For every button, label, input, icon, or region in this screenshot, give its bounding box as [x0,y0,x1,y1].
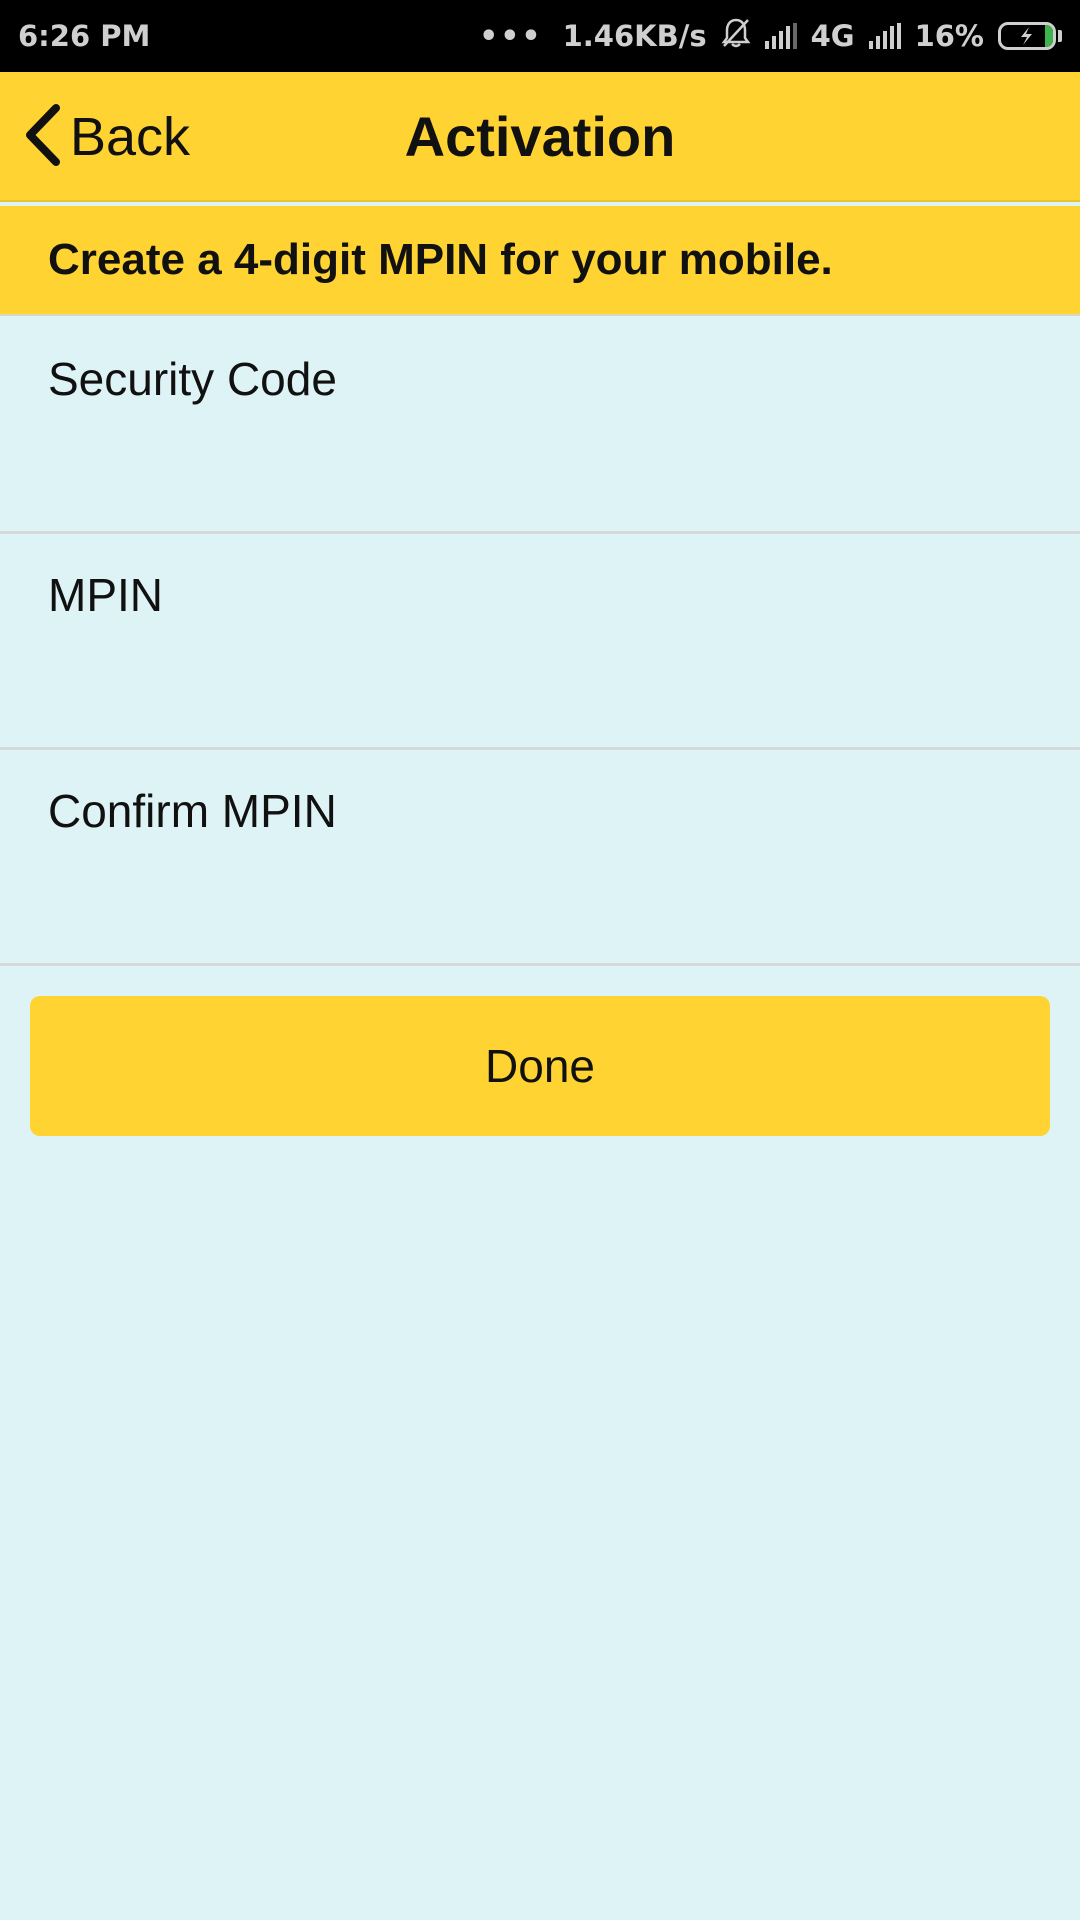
confirm-mpin-label: Confirm MPIN [48,785,337,837]
bell-muted-icon [721,17,751,56]
battery-charging-icon [998,22,1062,50]
signal-icon [868,23,901,49]
mpin-label: MPIN [48,569,163,621]
status-time: 6:26 PM [18,19,151,53]
security-code-input[interactable] [48,418,1032,508]
mpin-field[interactable]: MPIN [0,534,1080,750]
status-bar: 6:26 PM ••• 1.46KB/s 4G 16% [0,0,1080,72]
battery-percent: 16% [914,19,984,53]
security-code-label: Security Code [48,353,337,405]
more-notifications-icon: ••• [479,18,543,54]
network-type: 4G [810,19,855,53]
security-code-field[interactable]: Security Code [0,318,1080,534]
app-bar: Back Activation [0,72,1080,202]
page-title: Activation [404,105,676,168]
instruction-banner: Create a 4-digit MPIN for your mobile. [0,206,1080,316]
status-indicators: ••• 1.46KB/s 4G 16% [479,17,1062,56]
confirm-mpin-input[interactable] [48,850,1032,940]
mpin-input[interactable] [48,634,1032,724]
network-speed: 1.46KB/s [562,19,707,53]
done-label: Done [485,1040,595,1092]
signal-icon [764,23,797,49]
done-button[interactable]: Done [30,996,1050,1136]
confirm-mpin-field[interactable]: Confirm MPIN [0,750,1080,966]
instruction-text: Create a 4-digit MPIN for your mobile. [48,235,833,284]
